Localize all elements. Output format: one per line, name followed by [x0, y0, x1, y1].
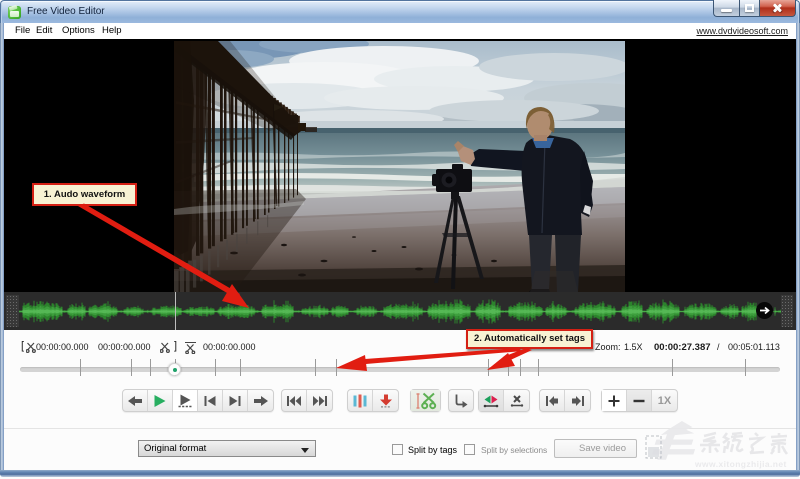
svg-text:www.xitongzhijia.net: www.xitongzhijia.net — [694, 459, 787, 469]
